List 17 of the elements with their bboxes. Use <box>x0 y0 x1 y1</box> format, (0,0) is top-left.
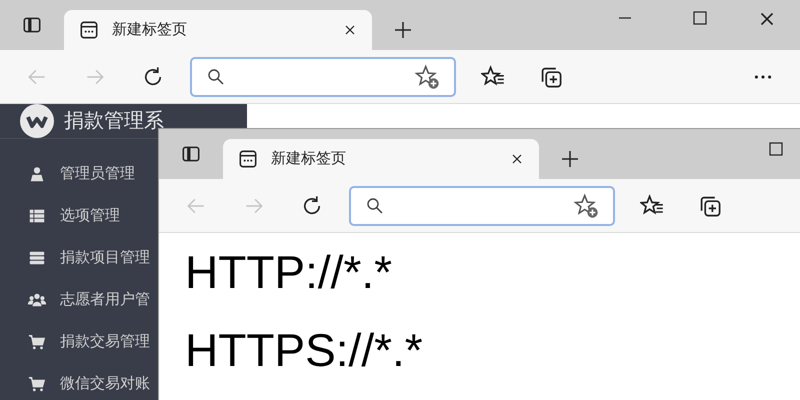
search-icon <box>206 66 226 86</box>
favorites-icon[interactable] <box>481 64 505 88</box>
browser-tab[interactable]: 新建标签页 <box>223 139 539 179</box>
url-pattern-text: HTTPS://*.* <box>185 323 424 378</box>
star-add-icon[interactable] <box>414 64 440 90</box>
app-title: 捐款管理系 <box>64 109 164 134</box>
tab-page-icon <box>237 148 259 170</box>
tab-title: 新建标签页 <box>112 20 188 40</box>
new-tab-icon[interactable] <box>560 149 580 169</box>
favorites-icon[interactable] <box>640 194 664 218</box>
new-tab-icon[interactable] <box>393 20 413 40</box>
url-pattern-text: HTTP://*.* <box>185 245 394 300</box>
star-add-icon[interactable] <box>573 192 599 218</box>
browser-tab[interactable]: 新建标签页 <box>64 10 372 50</box>
search-icon <box>365 196 385 216</box>
tab-page-icon <box>78 19 100 41</box>
tab-title: 新建标签页 <box>271 148 347 169</box>
